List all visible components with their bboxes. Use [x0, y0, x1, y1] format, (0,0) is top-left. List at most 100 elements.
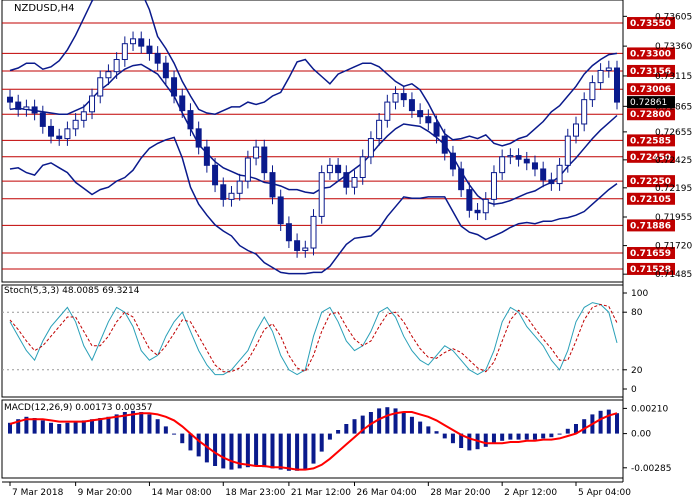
candle-body: [261, 146, 268, 174]
candle-body: [581, 99, 588, 125]
macd-histogram-bar: [426, 426, 431, 434]
macd-histogram-bar: [147, 414, 152, 434]
candle-body: [302, 247, 309, 251]
macd-histogram-bar: [491, 433, 496, 444]
candle-body: [449, 152, 456, 170]
candle-body: [359, 156, 366, 178]
candle-body: [138, 38, 145, 47]
candle-body: [203, 146, 210, 166]
price-tick-label: 0.72195: [655, 184, 692, 194]
macd-tick-label: 0.00: [631, 430, 651, 440]
candle-body: [228, 192, 235, 200]
macd-histogram-bar: [483, 433, 488, 447]
level-label: 0.72585: [630, 136, 671, 146]
macd-histogram-bar: [344, 424, 349, 434]
candle-body: [89, 95, 96, 113]
stoch-tick-label: 80: [631, 308, 643, 318]
macd-histogram-bar: [286, 433, 291, 471]
chart-background: [0, 0, 700, 500]
macd-tick-label: -0.00285: [631, 464, 671, 474]
candle-body: [179, 95, 186, 112]
candle-body: [466, 189, 473, 211]
level-label: 0.73006: [630, 85, 671, 95]
macd-histogram-bar: [450, 433, 455, 444]
macd-histogram-bar: [139, 412, 144, 434]
macd-histogram-bar: [270, 433, 275, 469]
candle-body: [343, 172, 350, 188]
macd-histogram-bar: [163, 426, 168, 434]
candle-body: [482, 198, 489, 214]
candle-body: [531, 162, 538, 170]
macd-histogram-bar: [541, 433, 546, 439]
time-tick-label: 18 Mar 23:00: [225, 488, 285, 498]
macd-histogram-bar: [442, 433, 447, 439]
candle-body: [564, 135, 571, 166]
candle-body: [548, 179, 555, 185]
macd-histogram-bar: [196, 433, 201, 457]
candle-body: [212, 164, 219, 186]
price-tick-label: 0.72425: [655, 156, 692, 166]
candle-body: [154, 52, 161, 64]
price-tick-label: 0.73115: [655, 72, 692, 82]
candle-body: [187, 110, 194, 130]
symbol-label: NZDUSD,H4: [14, 3, 74, 14]
macd-histogram-bar: [303, 433, 308, 470]
macd-histogram-bar: [40, 420, 45, 434]
macd-histogram-bar: [262, 433, 267, 468]
candle-body: [605, 67, 612, 71]
candle-body: [294, 240, 301, 251]
stoch-tick-label: 100: [631, 289, 648, 299]
candle-body: [277, 196, 284, 225]
candle-body: [458, 168, 465, 191]
time-tick-label: 14 Mar 08:00: [151, 488, 211, 498]
candle-body: [556, 164, 563, 185]
candle-body: [400, 93, 407, 101]
candle-body: [236, 180, 243, 194]
macd-histogram-bar: [49, 422, 54, 434]
candle-body: [113, 59, 120, 73]
candle-body: [417, 110, 424, 118]
macd-histogram-bar: [508, 433, 513, 440]
candle-body: [433, 122, 440, 137]
candle-body: [351, 176, 358, 188]
macd-histogram-bar: [57, 424, 62, 434]
candle-body: [23, 106, 30, 110]
candle-body: [97, 77, 104, 97]
macd-histogram-bar: [254, 433, 259, 466]
candle-body: [48, 125, 55, 137]
macd-histogram-bar: [434, 431, 439, 434]
candle-body: [523, 158, 530, 164]
macd-histogram-bar: [516, 433, 521, 440]
candle-body: [162, 62, 169, 79]
stoch-indicator-label: Stoch(5,3,3) 48.0085 69.3214: [4, 286, 140, 296]
macd-histogram-bar: [418, 421, 423, 434]
price-tick-label: 0.72655: [655, 128, 692, 138]
macd-histogram-bar: [336, 430, 341, 434]
candle-body: [376, 119, 383, 140]
stoch-tick-label: 20: [631, 366, 643, 376]
macd-histogram-bar: [180, 433, 185, 444]
candle-body: [490, 172, 497, 200]
stoch-tick-label: 0: [631, 385, 637, 395]
macd-histogram-bar: [615, 413, 619, 434]
time-tick-label: 9 Mar 20:00: [78, 488, 133, 498]
candle-body: [318, 172, 325, 217]
price-tick-label: 0.71720: [655, 242, 692, 252]
candle-body: [72, 119, 79, 130]
candle-body: [285, 223, 292, 242]
macd-histogram-bar: [295, 433, 300, 471]
candle-body: [441, 135, 448, 154]
macd-indicator-label: MACD(12,26,9) 0.00173 0.00357: [4, 403, 153, 413]
macd-histogram-bar: [549, 433, 554, 438]
macd-histogram-bar: [221, 433, 226, 469]
macd-histogram-bar: [245, 433, 250, 468]
candle-body: [39, 112, 46, 127]
time-tick-label: 21 Mar 12:00: [291, 488, 351, 498]
price-tick-label: 0.73360: [655, 42, 692, 52]
macd-histogram-bar: [229, 433, 234, 470]
macd-histogram-bar: [327, 433, 332, 440]
candle-body: [146, 45, 153, 54]
time-tick-label: 28 Mar 20:00: [430, 488, 490, 498]
candle-body: [335, 164, 342, 174]
time-tick-label: 2 Apr 12:00: [504, 488, 557, 498]
